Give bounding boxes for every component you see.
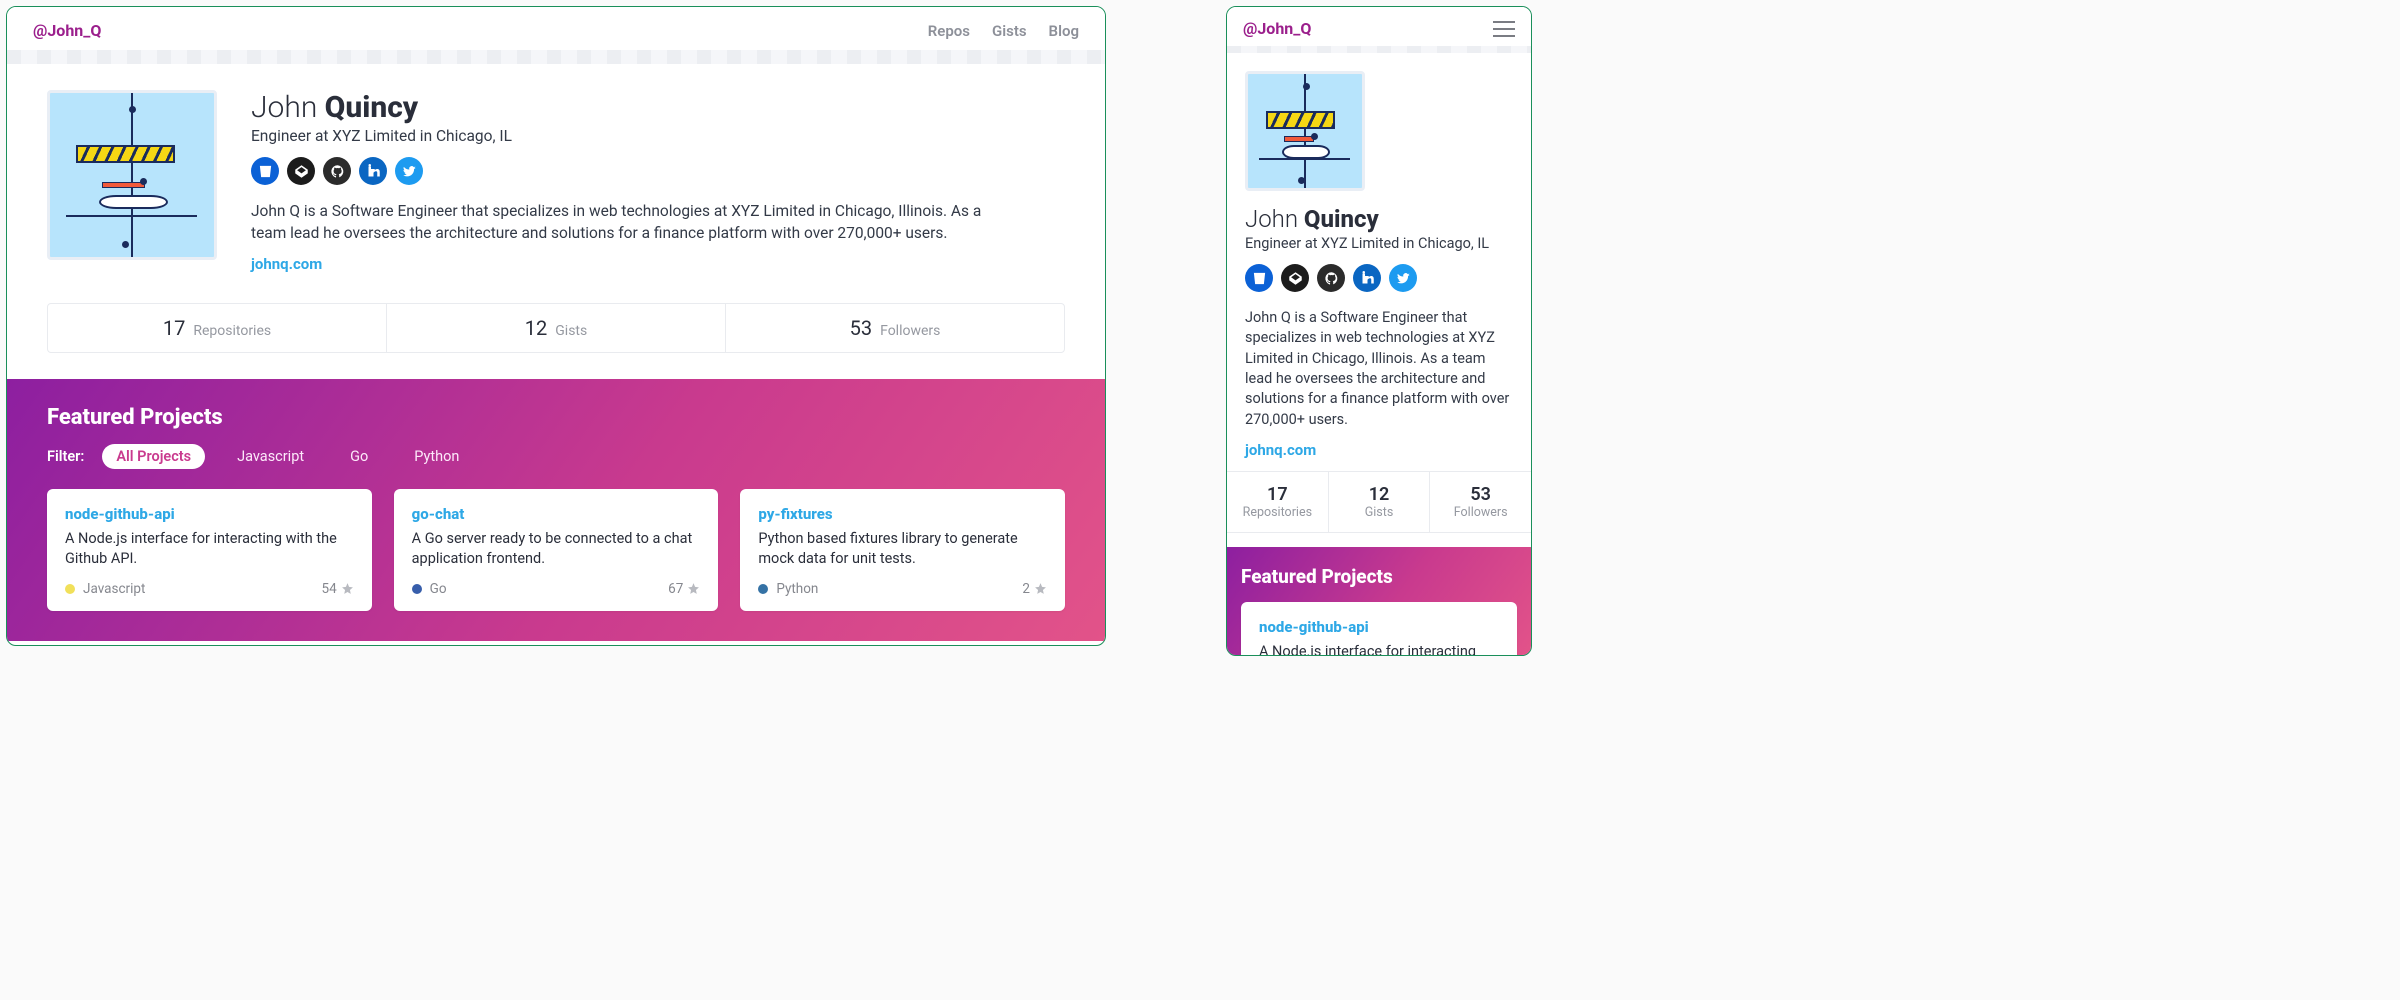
github-icon[interactable]: [1317, 264, 1345, 292]
stat-followers-value: 53: [1470, 484, 1491, 505]
project-title: go-chat: [412, 505, 701, 523]
profile-subtitle: Engineer at XYZ Limited in Chicago, IL: [251, 127, 1011, 145]
stat-gists-value: 12: [1369, 484, 1390, 505]
stat-followers-label: Followers: [880, 323, 940, 339]
social-links: [1245, 264, 1513, 292]
project-card[interactable]: node-github-api A Node.js interface for …: [1241, 602, 1517, 655]
profile-hero: John Quincy Engineer at XYZ Limited in C…: [1227, 53, 1531, 471]
project-title: node-github-api: [65, 505, 354, 523]
bitbucket-icon[interactable]: [1245, 264, 1273, 292]
project-cards: node-github-api A Node.js interface for …: [1241, 602, 1517, 655]
star-icon: [1034, 582, 1047, 595]
profile-hero: John Quincy Engineer at XYZ Limited in C…: [7, 64, 1105, 293]
bitbucket-icon[interactable]: [251, 157, 279, 185]
stats-bar: 17 Repositories 12 Gists 53 Followers: [1227, 471, 1531, 533]
first-name: John: [251, 90, 317, 125]
language-dot-icon: [412, 584, 422, 594]
profile-site-link[interactable]: johnq.com: [1245, 441, 1316, 459]
stat-repos[interactable]: 17 Repositories: [1227, 472, 1329, 532]
avatar: [47, 90, 217, 260]
project-card[interactable]: go-chat A Go server ready to be connecte…: [394, 489, 719, 610]
filter-label: Filter:: [47, 448, 84, 465]
filter-bar: Filter: All Projects Javascript Go Pytho…: [47, 444, 1065, 469]
project-language: Python: [758, 581, 818, 597]
social-links: [251, 157, 1011, 185]
header-pattern: [7, 50, 1105, 64]
project-stars: 54: [321, 581, 353, 597]
project-cards: node-github-api A Node.js interface for …: [47, 489, 1065, 610]
stat-gists-label: Gists: [1365, 505, 1394, 520]
project-description: A Node.js interface for interacting with…: [65, 529, 354, 568]
profile-bio: John Q is a Software Engineer that speci…: [1245, 308, 1513, 430]
featured-section: Featured Projects Filter: All Projects J…: [7, 379, 1105, 640]
codepen-icon[interactable]: [1281, 264, 1309, 292]
stat-repos-label: Repositories: [193, 323, 271, 339]
desktop-viewport: @John_Q Repos Gists Blog John Quincy Eng…: [6, 6, 1106, 646]
handle-link[interactable]: @John_Q: [33, 21, 101, 40]
last-name: Quincy: [1304, 205, 1379, 233]
project-title: py-fixtures: [758, 505, 1047, 523]
profile-info: John Quincy Engineer at XYZ Limited in C…: [1245, 205, 1513, 459]
project-description: Python based fixtures library to generat…: [758, 529, 1047, 568]
stat-followers-value: 53: [850, 316, 872, 340]
linkedin-icon[interactable]: [359, 157, 387, 185]
profile-subtitle: Engineer at XYZ Limited in Chicago, IL: [1245, 235, 1513, 252]
profile-name: John Quincy: [1245, 205, 1513, 233]
nav-repos[interactable]: Repos: [928, 22, 970, 40]
featured-title: Featured Projects: [1241, 565, 1517, 588]
project-description: A Node.js interface for interacting with…: [1259, 642, 1499, 655]
star-icon: [687, 582, 700, 595]
project-description: A Go server ready to be connected to a c…: [412, 529, 701, 568]
project-stars: 67: [668, 581, 700, 597]
menu-icon[interactable]: [1493, 21, 1515, 37]
language-dot-icon: [758, 584, 768, 594]
twitter-icon[interactable]: [1389, 264, 1417, 292]
featured-section: Featured Projects node-github-api A Node…: [1227, 547, 1531, 655]
project-language: Go: [412, 581, 447, 597]
project-card[interactable]: node-github-api A Node.js interface for …: [47, 489, 372, 610]
project-stars: 2: [1022, 581, 1047, 597]
project-language: Javascript: [65, 581, 145, 597]
filter-javascript[interactable]: Javascript: [223, 444, 318, 469]
last-name: Quincy: [325, 90, 419, 125]
stats-bar: 17 Repositories 12 Gists 53 Followers: [47, 303, 1065, 353]
header: @John_Q: [1227, 7, 1531, 46]
profile-site-link[interactable]: johnq.com: [251, 255, 322, 273]
stat-repos[interactable]: 17 Repositories: [48, 304, 387, 352]
filter-all[interactable]: All Projects: [102, 444, 205, 469]
stat-gists-label: Gists: [555, 323, 587, 339]
first-name: John: [1245, 205, 1298, 233]
mobile-viewport: @John_Q John Quincy Engineer at XYZ Limi…: [1226, 6, 1532, 656]
header-pattern: [1227, 46, 1531, 53]
twitter-icon[interactable]: [395, 157, 423, 185]
profile-name: John Quincy: [251, 90, 1011, 125]
nav-gists[interactable]: Gists: [992, 22, 1027, 40]
stat-gists[interactable]: 12 Gists: [387, 304, 726, 352]
stat-followers-label: Followers: [1454, 505, 1508, 520]
linkedin-icon[interactable]: [1353, 264, 1381, 292]
language-dot-icon: [65, 584, 75, 594]
handle-link[interactable]: @John_Q: [1243, 19, 1311, 38]
profile-info: John Quincy Engineer at XYZ Limited in C…: [251, 90, 1011, 273]
top-nav: Repos Gists Blog: [910, 21, 1079, 40]
stat-followers[interactable]: 53 Followers: [726, 304, 1064, 352]
stat-gists[interactable]: 12 Gists: [1329, 472, 1431, 532]
featured-title: Featured Projects: [47, 405, 1065, 430]
stat-repos-value: 17: [163, 316, 185, 340]
stat-repos-value: 17: [1267, 484, 1288, 505]
project-title: node-github-api: [1259, 618, 1499, 636]
codepen-icon[interactable]: [287, 157, 315, 185]
stat-repos-label: Repositories: [1243, 505, 1312, 520]
nav-blog[interactable]: Blog: [1049, 22, 1079, 40]
project-card[interactable]: py-fixtures Python based fixtures librar…: [740, 489, 1065, 610]
stat-followers[interactable]: 53 Followers: [1430, 472, 1531, 532]
header: @John_Q Repos Gists Blog: [7, 7, 1105, 50]
star-icon: [341, 582, 354, 595]
avatar: [1245, 71, 1365, 191]
filter-python[interactable]: Python: [400, 444, 473, 469]
stat-gists-value: 12: [525, 316, 547, 340]
github-icon[interactable]: [323, 157, 351, 185]
profile-bio: John Q is a Software Engineer that speci…: [251, 201, 1011, 244]
filter-go[interactable]: Go: [336, 444, 382, 469]
